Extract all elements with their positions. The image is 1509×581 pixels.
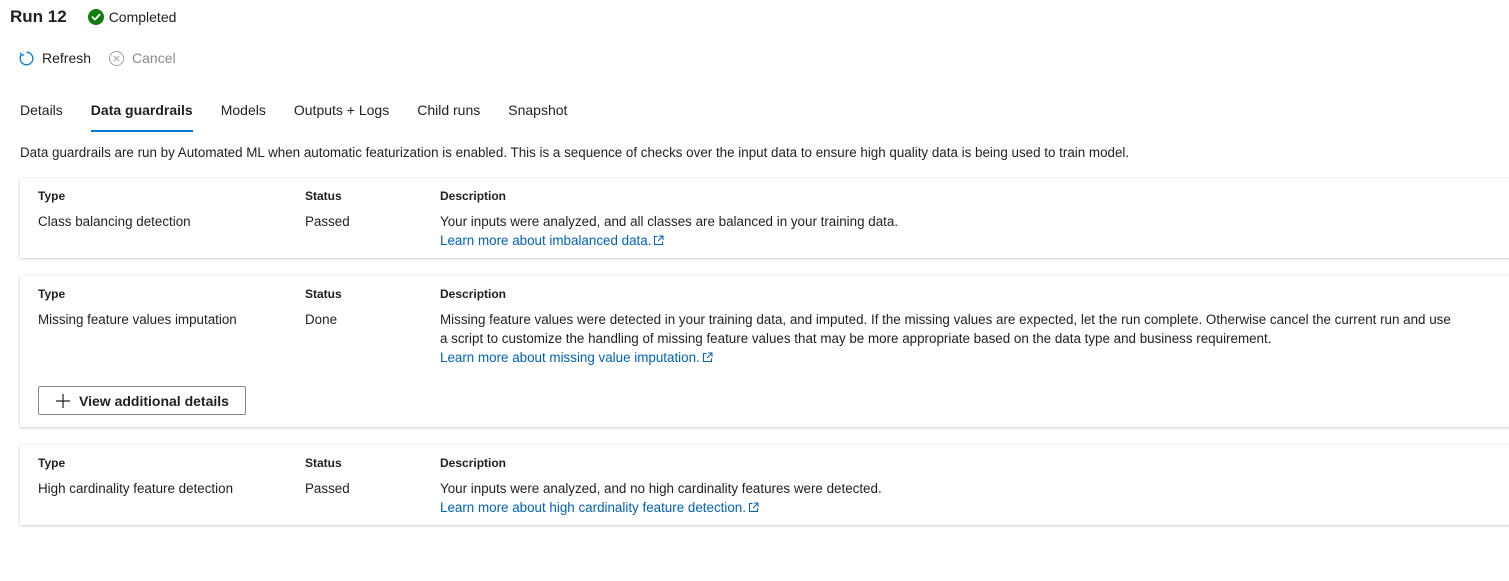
intro-text: Data guardrails are run by Automated ML … bbox=[20, 145, 1130, 160]
tab-models[interactable]: Models bbox=[221, 96, 266, 132]
external-link-icon bbox=[654, 235, 664, 245]
page-title: Run 12 bbox=[10, 7, 67, 26]
guardrail-description: Your inputs were analyzed, and no high c… bbox=[440, 479, 1509, 517]
tab-outputs-logs[interactable]: Outputs + Logs bbox=[294, 96, 389, 132]
guardrail-type: High cardinality feature detection bbox=[38, 481, 234, 496]
tab-bar: Details Data guardrails Models Outputs +… bbox=[20, 96, 595, 132]
tab-details[interactable]: Details bbox=[20, 96, 63, 132]
guardrail-card-missing-values: Type Status Description Missing feature … bbox=[20, 276, 1509, 427]
status-badge: Completed bbox=[87, 9, 177, 25]
type-header: Type bbox=[38, 287, 66, 301]
guardrail-description: Your inputs were analyzed, and all class… bbox=[440, 212, 1509, 250]
description-header: Description bbox=[440, 189, 507, 203]
description-text: Your inputs were analyzed, and all class… bbox=[440, 214, 899, 229]
tab-snapshot[interactable]: Snapshot bbox=[508, 96, 567, 132]
view-additional-details-button[interactable]: View additional details bbox=[38, 386, 246, 415]
view-additional-details-label: View additional details bbox=[79, 392, 229, 409]
status-label: Completed bbox=[108, 9, 177, 25]
guardrail-status: Done bbox=[305, 312, 338, 327]
status-header: Status bbox=[305, 456, 342, 470]
learn-more-link[interactable]: Learn more about high cardinality featur… bbox=[440, 500, 759, 515]
status-header: Status bbox=[305, 287, 342, 301]
tab-child-runs[interactable]: Child runs bbox=[417, 96, 480, 132]
cancel-button[interactable]: Cancel bbox=[108, 50, 176, 67]
refresh-button[interactable]: Refresh bbox=[18, 50, 91, 67]
refresh-label: Refresh bbox=[42, 50, 92, 66]
cancel-label: Cancel bbox=[132, 50, 176, 66]
guardrail-status: Passed bbox=[305, 214, 350, 229]
plus-icon bbox=[56, 393, 71, 408]
external-link-icon bbox=[702, 352, 713, 362]
guardrail-type: Class balancing detection bbox=[38, 214, 191, 229]
learn-more-link[interactable]: Learn more about imbalanced data. bbox=[440, 233, 664, 248]
guardrail-type: Missing feature values imputation bbox=[38, 312, 237, 327]
tab-data-guardrails[interactable]: Data guardrails bbox=[90, 96, 193, 132]
guardrail-card-high-cardinality: Type Status Description High cardinality… bbox=[20, 445, 1509, 525]
guardrail-card-class-balancing: Type Status Description Class balancing … bbox=[20, 178, 1509, 258]
description-header: Description bbox=[440, 287, 507, 301]
check-circle-icon bbox=[87, 9, 104, 25]
learn-more-label: Learn more about imbalanced data. bbox=[440, 233, 652, 248]
run-header: Run 12 Completed bbox=[10, 6, 176, 28]
type-header: Type bbox=[38, 456, 66, 470]
external-link-icon bbox=[748, 502, 759, 512]
cancel-circle-icon bbox=[109, 50, 125, 66]
description-text-line-2: a script to customize the handling of mi… bbox=[440, 331, 1272, 346]
status-header: Status bbox=[305, 189, 342, 203]
command-bar: Refresh Cancel bbox=[18, 48, 176, 68]
guardrail-status: Passed bbox=[305, 481, 350, 496]
description-header: Description bbox=[440, 456, 507, 470]
refresh-icon bbox=[19, 51, 34, 65]
type-header: Type bbox=[38, 189, 66, 203]
guardrail-description: Missing feature values were detected in … bbox=[440, 310, 1509, 367]
learn-more-label: Learn more about high cardinality featur… bbox=[440, 500, 746, 515]
description-text: Your inputs were analyzed, and no high c… bbox=[440, 481, 882, 496]
learn-more-label: Learn more about missing value imputatio… bbox=[440, 350, 700, 365]
description-text-line-1: Missing feature values were detected in … bbox=[440, 312, 1451, 327]
learn-more-link[interactable]: Learn more about missing value imputatio… bbox=[440, 350, 713, 365]
